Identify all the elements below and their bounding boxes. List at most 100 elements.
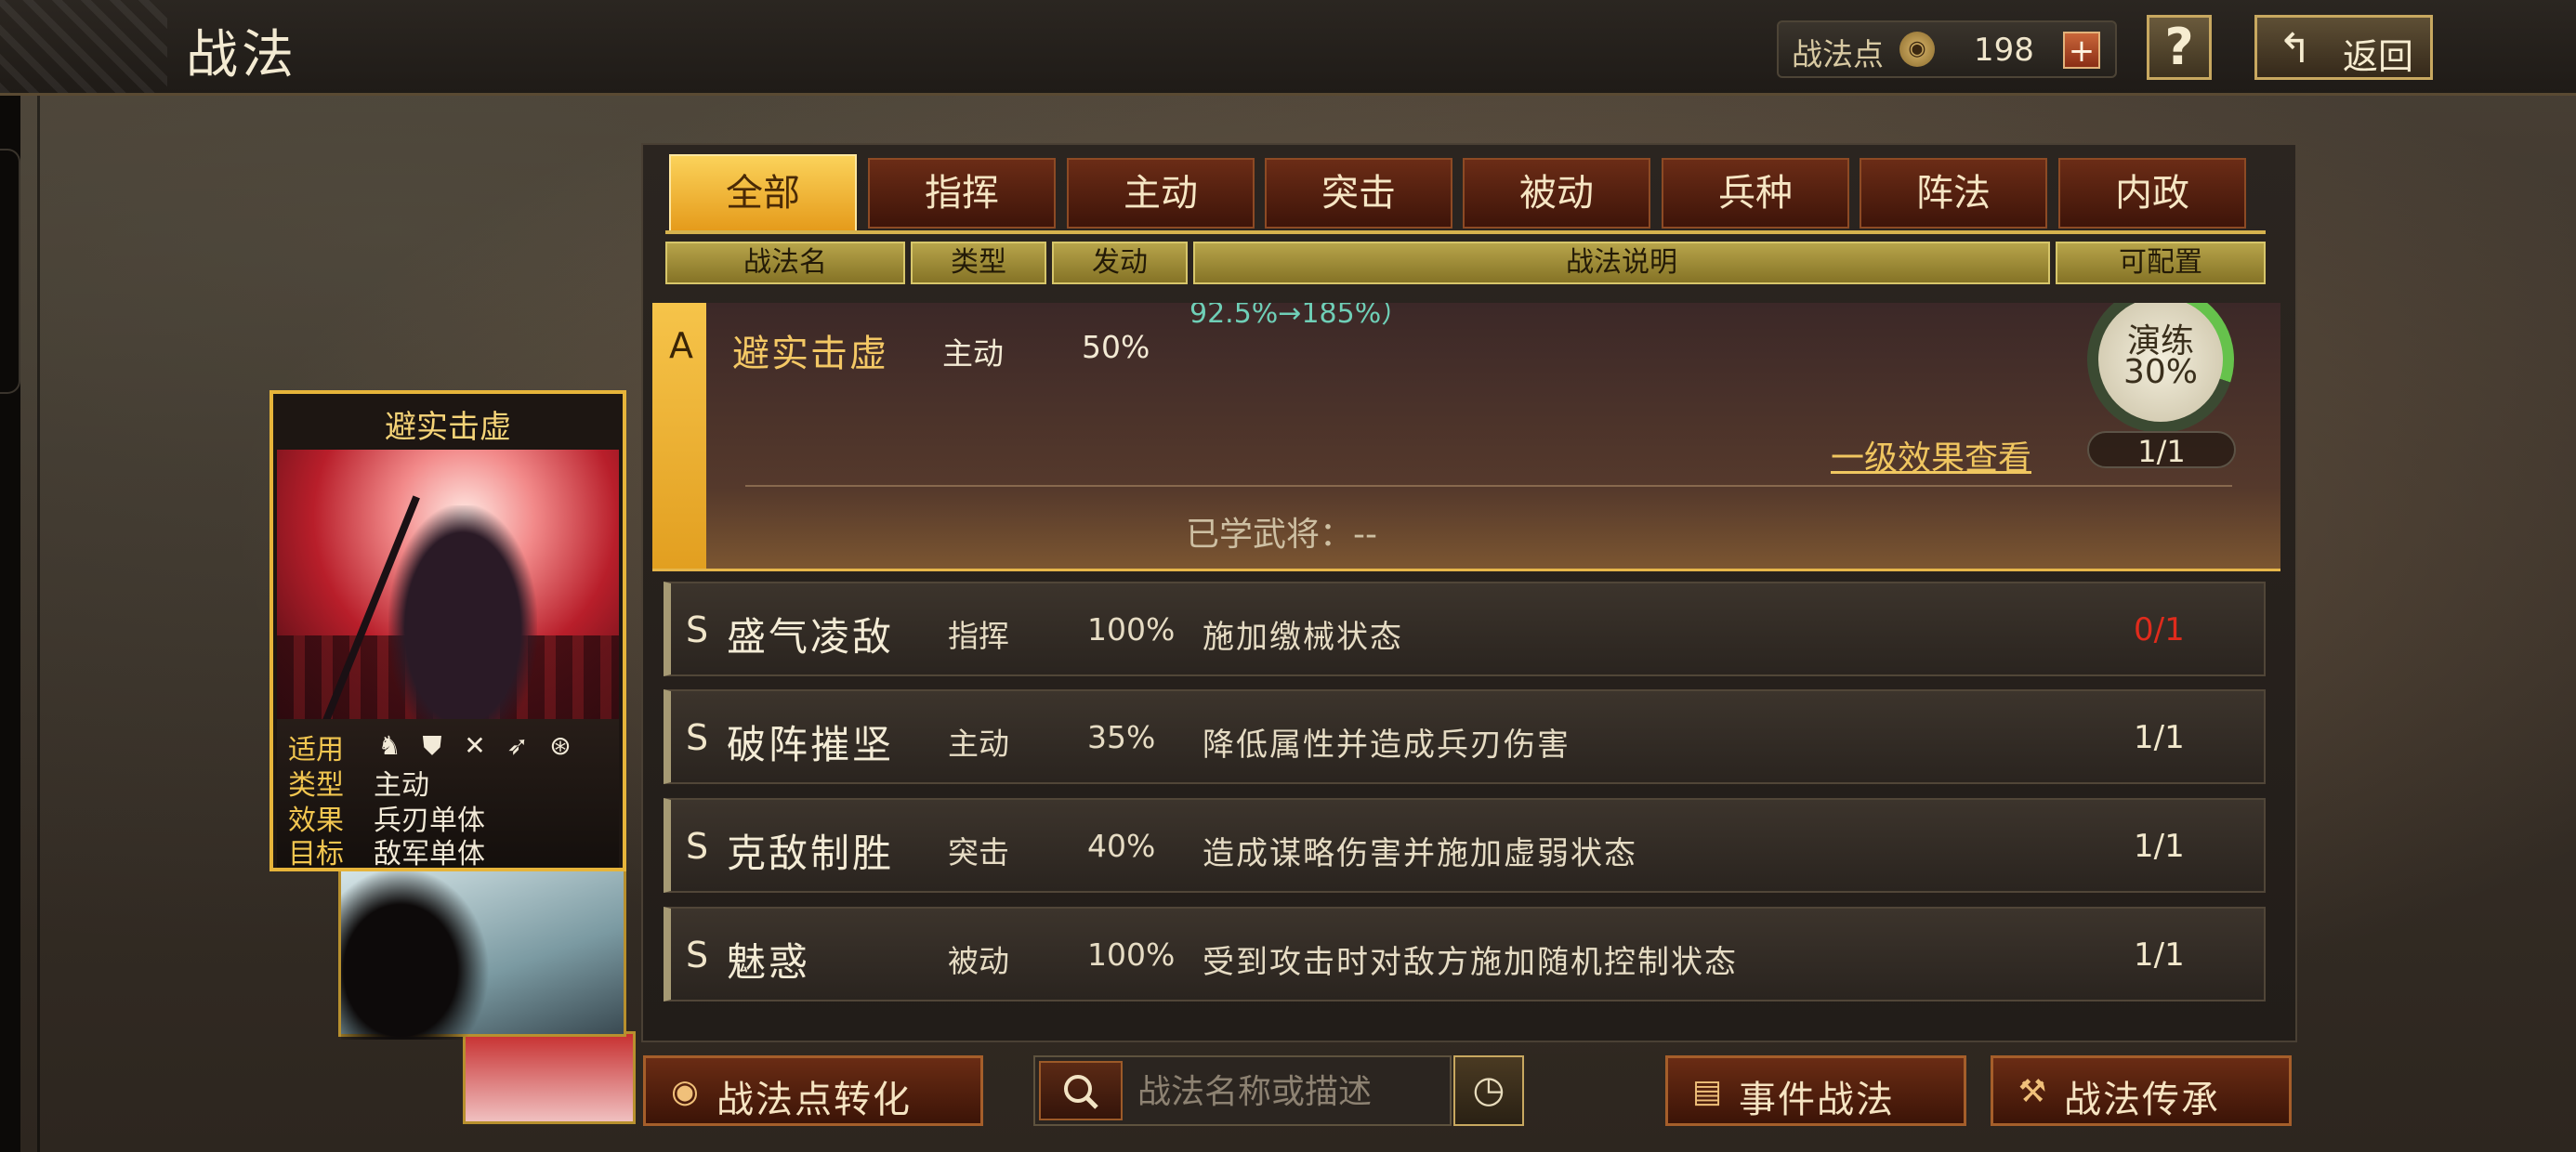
skill-name: 破阵摧坚 (727, 722, 895, 767)
learned-generals: 已学武将：-- (1186, 516, 1377, 554)
skill-row[interactable]: S 魅惑 被动 100% 受到攻击时对敌方施加随机控制状态 1/1 (664, 907, 2266, 1001)
page-title: 战法 (186, 25, 297, 85)
skill-card[interactable]: 避实击虚 适用 ♞ ⛊ ✕ ➶ ⊛ 类型 主动 效果 兵刃单体 目标 敌军单体 (269, 390, 626, 871)
skill-grade: S (686, 717, 709, 758)
convert-points-label: 战法点转化 (716, 1079, 912, 1121)
back-arrow-icon: ↰ (2278, 25, 2312, 72)
tab-formation[interactable]: 阵法 (1860, 158, 2047, 229)
train-progress-ring[interactable]: 演练 30% (2087, 303, 2234, 433)
scroll-icon: ▤ (1691, 1073, 1723, 1110)
skill-point-coin-icon: ◉ (671, 1073, 699, 1110)
col-name[interactable]: 战法名 (665, 242, 905, 284)
search-input[interactable] (1136, 1065, 1446, 1119)
top-ornament (0, 0, 167, 93)
skill-grade: S (686, 609, 709, 650)
category-tabs: 全部 指挥 主动 突击 被动 兵种 阵法 内政 (669, 154, 2249, 232)
card-illustration (277, 450, 619, 719)
configurable-count: 1/1 (2134, 719, 2185, 756)
tabs-divider (665, 230, 2266, 234)
bow-icon: ✕ (464, 730, 486, 761)
target-label: 目标 (288, 838, 344, 871)
skill-grade: S (686, 826, 709, 867)
skill-name: 魅惑 (727, 939, 811, 985)
row-divider (745, 485, 2232, 487)
spear-icon: ➶ (506, 730, 529, 761)
configurable-count: 1/1 (2134, 828, 2185, 865)
card-underlay-art (463, 1031, 636, 1124)
skill-row[interactable]: S 克敌制胜 突击 40% 造成谋略伤害并施加虚弱状态 1/1 (664, 798, 2266, 893)
skill-points-value: 198 (1974, 32, 2034, 69)
back-label: 返回 (2343, 36, 2414, 77)
skill-type: 突击 (948, 834, 1009, 871)
configurable-count: 1/1 (2087, 431, 2236, 469)
configurable-count: 0/1 (2134, 611, 2185, 648)
skill-grade: A (669, 325, 693, 366)
col-type[interactable]: 类型 (911, 242, 1046, 284)
skill-type: 被动 (948, 943, 1009, 979)
skill-grade: S (686, 935, 709, 975)
warrior-silhouette (341, 867, 490, 1040)
selected-skill-row[interactable]: A 避实击虚 主动 50% 92.5%→185%） 演练 30% 一级效果查看 … (652, 303, 2280, 571)
chariot-icon: ⊛ (549, 730, 572, 761)
shield-icon: ⛊ (422, 730, 442, 761)
skill-rate: 100% (1087, 611, 1176, 648)
side-handle[interactable] (0, 149, 20, 394)
tab-all[interactable]: 全部 (669, 154, 857, 232)
skill-name: 克敌制胜 (727, 831, 895, 876)
skill-point-coin-icon: ◉ (1899, 32, 1935, 67)
configurable-count: 1/1 (2134, 936, 2185, 974)
tab-command[interactable]: 指挥 (868, 158, 1056, 229)
skill-description: 造成谋略伤害并施加虚弱状态 (1203, 835, 1637, 872)
skill-type: 指挥 (948, 618, 1009, 654)
back-button[interactable]: ↰ 返回 (2254, 15, 2433, 80)
tab-domestic[interactable]: 内政 (2058, 158, 2246, 229)
event-skills-button[interactable]: ▤ 事件战法 (1665, 1055, 1966, 1126)
tab-troop[interactable]: 兵种 (1662, 158, 1849, 229)
skill-row[interactable]: S 破阵摧坚 主动 35% 降低属性并造成兵刃伤害 1/1 (664, 689, 2266, 784)
col-rate[interactable]: 发动 (1052, 242, 1188, 284)
skill-rate: 35% (1087, 719, 1156, 755)
tab-assault[interactable]: 突击 (1265, 158, 1452, 229)
skill-row[interactable]: S 盛气凌敌 指挥 100% 施加缴械状态 0/1 (664, 582, 2266, 676)
tab-passive[interactable]: 被动 (1463, 158, 1650, 229)
target-value: 敌军单体 (374, 838, 485, 871)
card-info: 适用 ♞ ⛊ ✕ ➶ ⊛ 类型 主动 效果 兵刃单体 目标 敌军单体 (277, 719, 619, 871)
skill-inherit-label: 战法传承 (2064, 1079, 2220, 1121)
cavalry-icon: ♞ (377, 730, 401, 761)
skill-points-label: 战法点 (1792, 36, 1884, 72)
skill-type: 主动 (948, 726, 1009, 762)
level-effect-link[interactable]: 一级效果查看 (1831, 431, 2031, 479)
col-configurable[interactable]: 可配置 (2056, 242, 2266, 284)
skill-list[interactable]: A 避实击虚 主动 50% 92.5%→185%） 演练 30% 一级效果查看 … (651, 303, 2286, 1018)
skill-inherit-button[interactable]: ⚒ 战法传承 (1991, 1055, 2292, 1126)
event-skills-label: 事件战法 (1739, 1079, 1895, 1121)
warrior-silhouette (388, 505, 537, 719)
skill-name: 盛气凌敌 (727, 614, 895, 660)
hammer-icon: ⚒ (2017, 1073, 2047, 1110)
skill-description: 92.5%→185%） (1189, 303, 1410, 330)
skill-description: 受到攻击时对敌方施加随机控制状态 (1203, 944, 1738, 981)
skill-type: 主动 (942, 335, 1004, 372)
search-button[interactable] (1039, 1061, 1123, 1120)
skill-description: 降低属性并造成兵刃伤害 (1203, 727, 1571, 764)
card-title: 避实击虚 (385, 409, 511, 446)
skill-rate: 50% (1082, 329, 1150, 365)
train-badge: 演练 30% (2098, 303, 2223, 422)
convert-points-button[interactable]: ◉ 战法点转化 (643, 1055, 983, 1126)
search-icon (1064, 1075, 1098, 1109)
card-underlay-art (338, 864, 626, 1040)
history-button[interactable]: ◷ (1453, 1055, 1524, 1126)
skill-rate: 100% (1087, 936, 1176, 973)
search-box (1033, 1055, 1452, 1126)
col-desc: 战法说明 (1193, 242, 2050, 284)
top-bar: 战法 战法点 ◉ 198 + ? ↰ 返回 (0, 0, 2576, 96)
skill-points-box: 战法点 ◉ 198 + (1777, 20, 2117, 78)
tab-active[interactable]: 主动 (1067, 158, 1255, 229)
add-points-button[interactable]: + (2063, 32, 2100, 69)
clock-icon: ◷ (1472, 1068, 1505, 1111)
train-percent: 30% (2123, 353, 2198, 391)
skill-description: 施加缴械状态 (1203, 619, 1403, 656)
skill-name: 避实击虚 (732, 333, 888, 375)
help-button[interactable]: ? (2147, 15, 2212, 80)
skill-rate: 40% (1087, 828, 1156, 864)
